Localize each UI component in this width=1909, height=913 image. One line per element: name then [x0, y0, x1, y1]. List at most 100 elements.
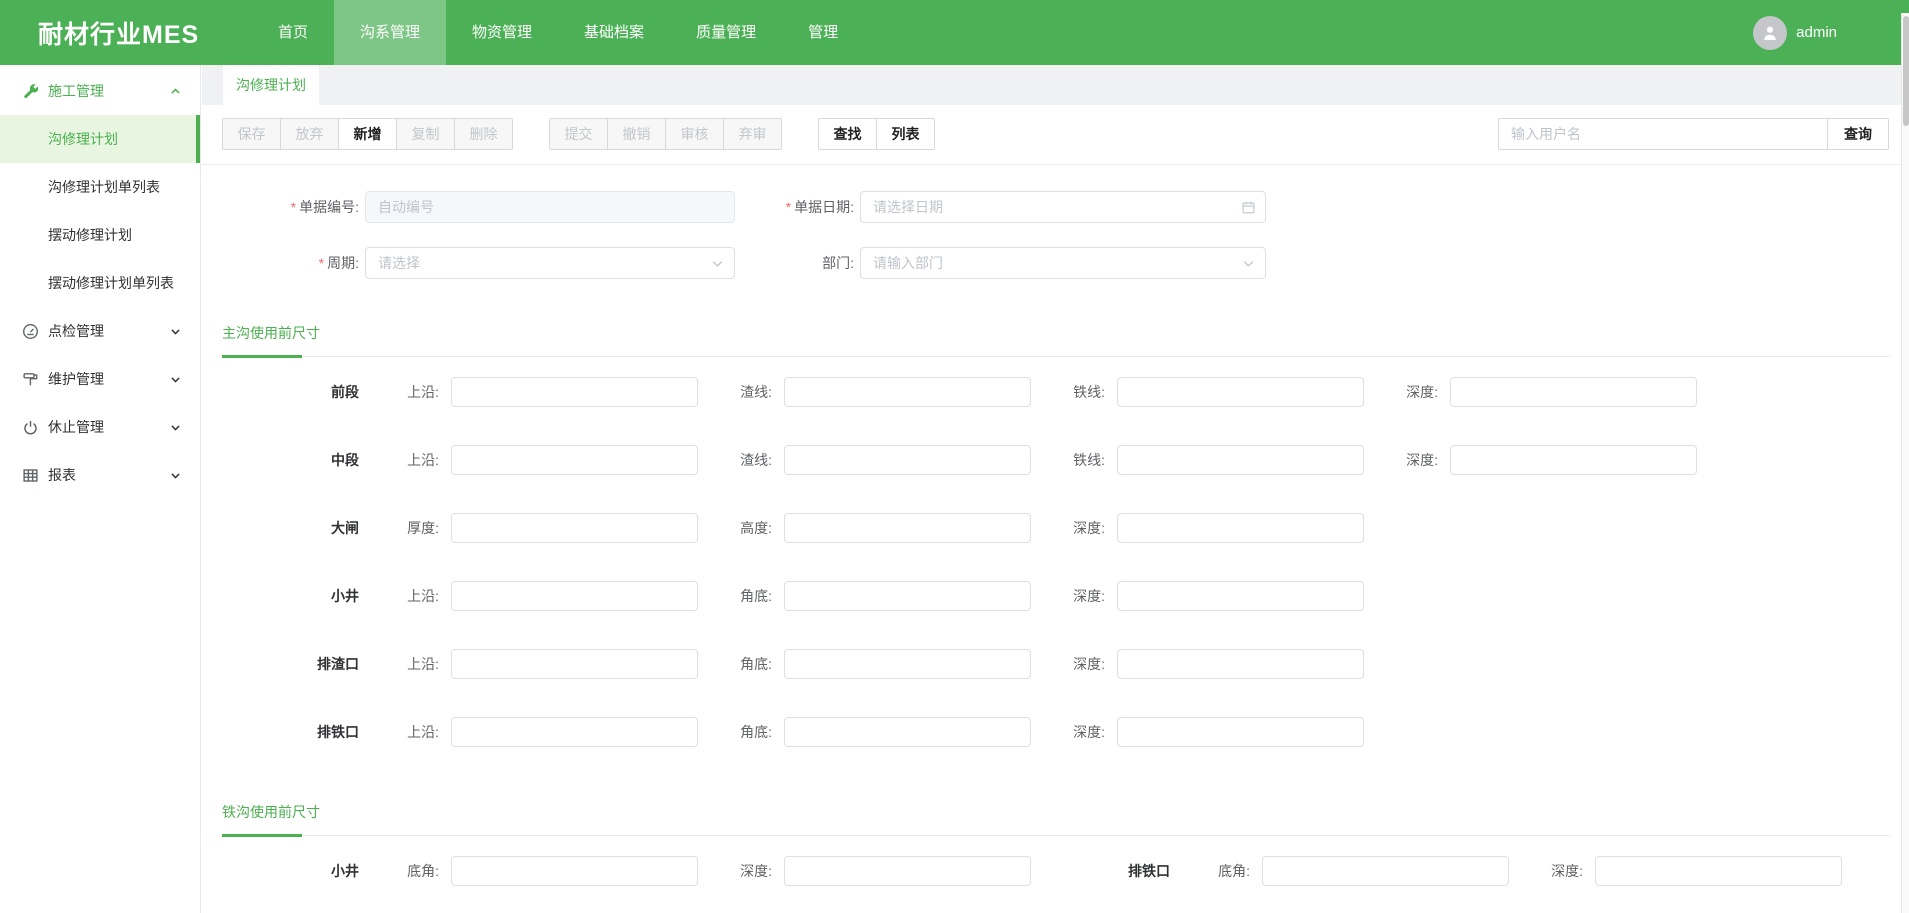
- doc-no-input: [365, 191, 735, 223]
- dim-input[interactable]: [451, 649, 698, 679]
- dim-input[interactable]: [451, 377, 698, 407]
- sidebar-group-construction[interactable]: 施工管理: [0, 67, 200, 115]
- dim-input[interactable]: [784, 445, 1031, 475]
- user-menu[interactable]: admin: [1753, 16, 1837, 50]
- list-button[interactable]: 列表: [876, 118, 935, 150]
- dim-input[interactable]: [784, 581, 1031, 611]
- dim-input[interactable]: [451, 856, 698, 886]
- dim-input[interactable]: [1117, 717, 1364, 747]
- chevron-down-icon: [169, 421, 182, 434]
- tab-gouxiu-plan[interactable]: 沟修理计划: [223, 65, 319, 105]
- dim-field: 深度:: [1031, 513, 1364, 543]
- dim-input[interactable]: [451, 445, 698, 475]
- doc-no-label: *单据编号:: [222, 197, 365, 217]
- dim-input[interactable]: [1262, 856, 1509, 886]
- dim-field: 渣线:: [698, 445, 1031, 475]
- cycle-label: *周期:: [222, 253, 365, 273]
- dim-field: 角底:: [698, 649, 1031, 679]
- dim-field-label: 渣线:: [698, 382, 778, 402]
- dim-input[interactable]: [451, 717, 698, 747]
- copy-button[interactable]: 复制: [396, 118, 455, 150]
- required-mark: *: [319, 255, 324, 271]
- sidebar-group-suspension[interactable]: 休止管理: [0, 403, 200, 451]
- query-button[interactable]: 查询: [1827, 118, 1889, 150]
- form-row: *单据编号: *单据日期:: [222, 191, 1889, 223]
- dim-input[interactable]: [451, 581, 698, 611]
- dim-input[interactable]: [784, 717, 1031, 747]
- top-nav: 首页 沟系管理 物资管理 基础档案 质量管理 管理: [252, 0, 864, 65]
- dim-input[interactable]: [784, 649, 1031, 679]
- workflow-button-group: 提交 撤销 审核 弃审: [549, 118, 782, 150]
- add-button[interactable]: 新增: [338, 118, 397, 150]
- dim-field-label: 上沿:: [365, 450, 445, 470]
- dim-input[interactable]: [1117, 513, 1364, 543]
- dim-field-label: 上沿:: [365, 654, 445, 674]
- dim-input[interactable]: [1117, 445, 1364, 475]
- nav-item-quality[interactable]: 质量管理: [670, 0, 782, 65]
- unaudit-button[interactable]: 弃审: [723, 118, 782, 150]
- dim-input[interactable]: [1595, 856, 1842, 886]
- top-header: 耐材行业MES 首页 沟系管理 物资管理 基础档案 质量管理 管理 admin: [0, 0, 1909, 65]
- dim-input[interactable]: [1450, 445, 1697, 475]
- dim-input[interactable]: [784, 377, 1031, 407]
- revoke-button[interactable]: 撤销: [607, 118, 666, 150]
- sidebar-group-reports[interactable]: 报表: [0, 451, 200, 499]
- delete-button[interactable]: 删除: [454, 118, 513, 150]
- nav-item-home[interactable]: 首页: [252, 0, 334, 65]
- dim-input[interactable]: [1450, 377, 1697, 407]
- dim-row-gate: 大闸 厚度: 高度: 深度:: [222, 494, 1889, 562]
- sidebar-item-swing-plan[interactable]: 摆动修理计划: [0, 211, 200, 259]
- nav-item-archives[interactable]: 基础档案: [558, 0, 670, 65]
- dim-field: 深度:: [1031, 717, 1364, 747]
- dim-input[interactable]: [451, 513, 698, 543]
- dim-field: 底角:: [1176, 856, 1509, 886]
- dim-input[interactable]: [784, 513, 1031, 543]
- sidebar-group-label: 施工管理: [48, 81, 104, 101]
- dim-row-front: 前段 上沿: 渣线: 铁线: 深度:: [222, 358, 1889, 426]
- nav-item-gouxi[interactable]: 沟系管理: [334, 0, 446, 65]
- dim-input[interactable]: [1117, 377, 1364, 407]
- doc-date-input[interactable]: [860, 191, 1266, 223]
- vertical-scrollbar[interactable]: [1901, 13, 1909, 913]
- audit-button[interactable]: 审核: [665, 118, 724, 150]
- dim-input[interactable]: [1117, 649, 1364, 679]
- nav-item-admin[interactable]: 管理: [782, 0, 864, 65]
- dim-field: 铁线:: [1031, 377, 1364, 407]
- section-title: 主沟使用前尺寸: [222, 323, 1889, 343]
- toolbar-divider: [202, 164, 1909, 165]
- form-row: *周期: 部门:: [222, 247, 1889, 279]
- scrollbar-thumb[interactable]: [1903, 16, 1909, 126]
- submit-button[interactable]: 提交: [549, 118, 608, 150]
- dim-field: 上沿:: [365, 581, 698, 611]
- cycle-input[interactable]: [365, 247, 735, 279]
- sidebar-item-gouxiu-plan[interactable]: 沟修理计划: [0, 115, 200, 163]
- cycle-select: [365, 247, 735, 279]
- app-window: 耐材行业MES 首页 沟系管理 物资管理 基础档案 质量管理 管理 admin: [0, 0, 1909, 913]
- discard-button[interactable]: 放弃: [280, 118, 339, 150]
- search-input[interactable]: [1498, 118, 1828, 150]
- sidebar-group-inspection[interactable]: 点检管理: [0, 307, 200, 355]
- dept-input[interactable]: [860, 247, 1266, 279]
- dim-input[interactable]: [784, 856, 1031, 886]
- sidebar-group-maintenance[interactable]: 维护管理: [0, 355, 200, 403]
- find-button[interactable]: 查找: [818, 118, 877, 150]
- dim-field: 上沿:: [365, 717, 698, 747]
- dim-row-name: 中段: [222, 450, 365, 470]
- dim-field-label: 高度:: [698, 518, 778, 538]
- sidebar-item-gouxiu-plan-list[interactable]: 沟修理计划单列表: [0, 163, 200, 211]
- sidebar-item-swing-plan-list[interactable]: 摆动修理计划单列表: [0, 259, 200, 307]
- username: admin: [1796, 24, 1837, 41]
- section-divider: [222, 355, 1889, 358]
- dim-row-name: 排渣口: [222, 654, 365, 674]
- dim-field-label: 角底:: [698, 586, 778, 606]
- save-button[interactable]: 保存: [222, 118, 281, 150]
- dim-field-label: 上沿:: [365, 382, 445, 402]
- dim-field-label: 厚度:: [365, 518, 445, 538]
- dept-select: [860, 247, 1266, 279]
- dim-field-label: 铁线:: [1031, 382, 1111, 402]
- required-mark: *: [291, 199, 296, 215]
- sidebar-group-label: 休止管理: [48, 417, 104, 437]
- nav-item-materials[interactable]: 物资管理: [446, 0, 558, 65]
- dim-input[interactable]: [1117, 581, 1364, 611]
- dim-field-label: 深度:: [1031, 722, 1111, 742]
